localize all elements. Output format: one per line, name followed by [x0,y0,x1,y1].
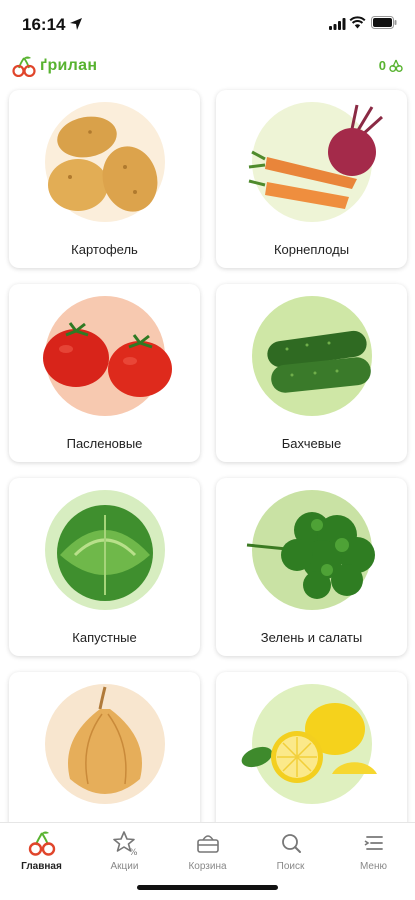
category-card-onion[interactable] [9,672,200,822]
category-card-cucurbits[interactable]: Бахчевые [216,284,407,462]
category-label: Зелень и салаты [260,630,363,645]
signal-icon [329,18,346,30]
tab-home-label: Главная [21,861,62,872]
home-indicator [137,885,278,890]
tab-home[interactable]: Главная [0,829,83,872]
cart-count: 0 [378,58,386,73]
potato-icon [47,116,157,212]
svg-text:%: % [129,848,138,856]
category-grid: Картофель Корнеплоды Пасленовые Бахчевые… [0,86,415,822]
tab-menu-label: Меню [359,861,388,872]
root-vegetables-icon [248,104,383,209]
status-bar: 16:14 [0,0,415,50]
app-header: ґрилан 0 [0,50,415,86]
category-card-greens[interactable]: Зелень и салаты [216,478,407,656]
tab-search[interactable]: Поиск [249,829,332,872]
category-label: Картофель [71,242,138,257]
menu-icon [364,836,383,850]
lemon-icon [241,703,377,783]
cabbage-icon [56,505,153,601]
parsley-icon [246,512,375,599]
tab-search-label: Поиск [276,861,305,872]
category-label: Корнеплоды [273,242,350,257]
category-card-citrus[interactable] [216,672,407,822]
cucumber-icon [266,330,371,393]
status-time: 16:14 [22,15,66,34]
star-percent-icon: % [112,831,138,856]
logo-text: ґрилан [40,57,98,74]
cherry-logo-icon [12,56,36,77]
category-card-potato[interactable]: Картофель [9,90,200,268]
onion-icon [67,686,142,794]
tomato-icon [42,322,172,397]
category-card-tomatoes[interactable]: Пасленовые [9,284,200,462]
category-label: Пасленовые [66,436,143,451]
category-card-cabbage[interactable]: Капустные [9,478,200,656]
search-icon [281,834,301,853]
tab-cart[interactable]: Корзина [166,829,249,872]
cart-counter[interactable]: 0 [379,58,403,73]
tab-promo[interactable]: % Акции [83,829,166,872]
cherry-home-icon [28,831,55,856]
category-card-root-vegetables[interactable]: Корнеплоды [216,90,407,268]
brand-logo[interactable]: ґрилан [12,55,97,77]
cherry-small-icon [389,59,403,72]
category-label: Капустные [72,630,137,645]
tab-promo-label: Акции [110,861,139,872]
tab-cart-label: Корзина [188,861,227,872]
tab-menu[interactable]: Меню [332,829,415,872]
category-label: Бахчевые [281,436,342,451]
location-arrow-icon [70,18,82,30]
battery-icon [371,16,397,29]
basket-icon [196,835,219,853]
wifi-icon [349,16,366,29]
